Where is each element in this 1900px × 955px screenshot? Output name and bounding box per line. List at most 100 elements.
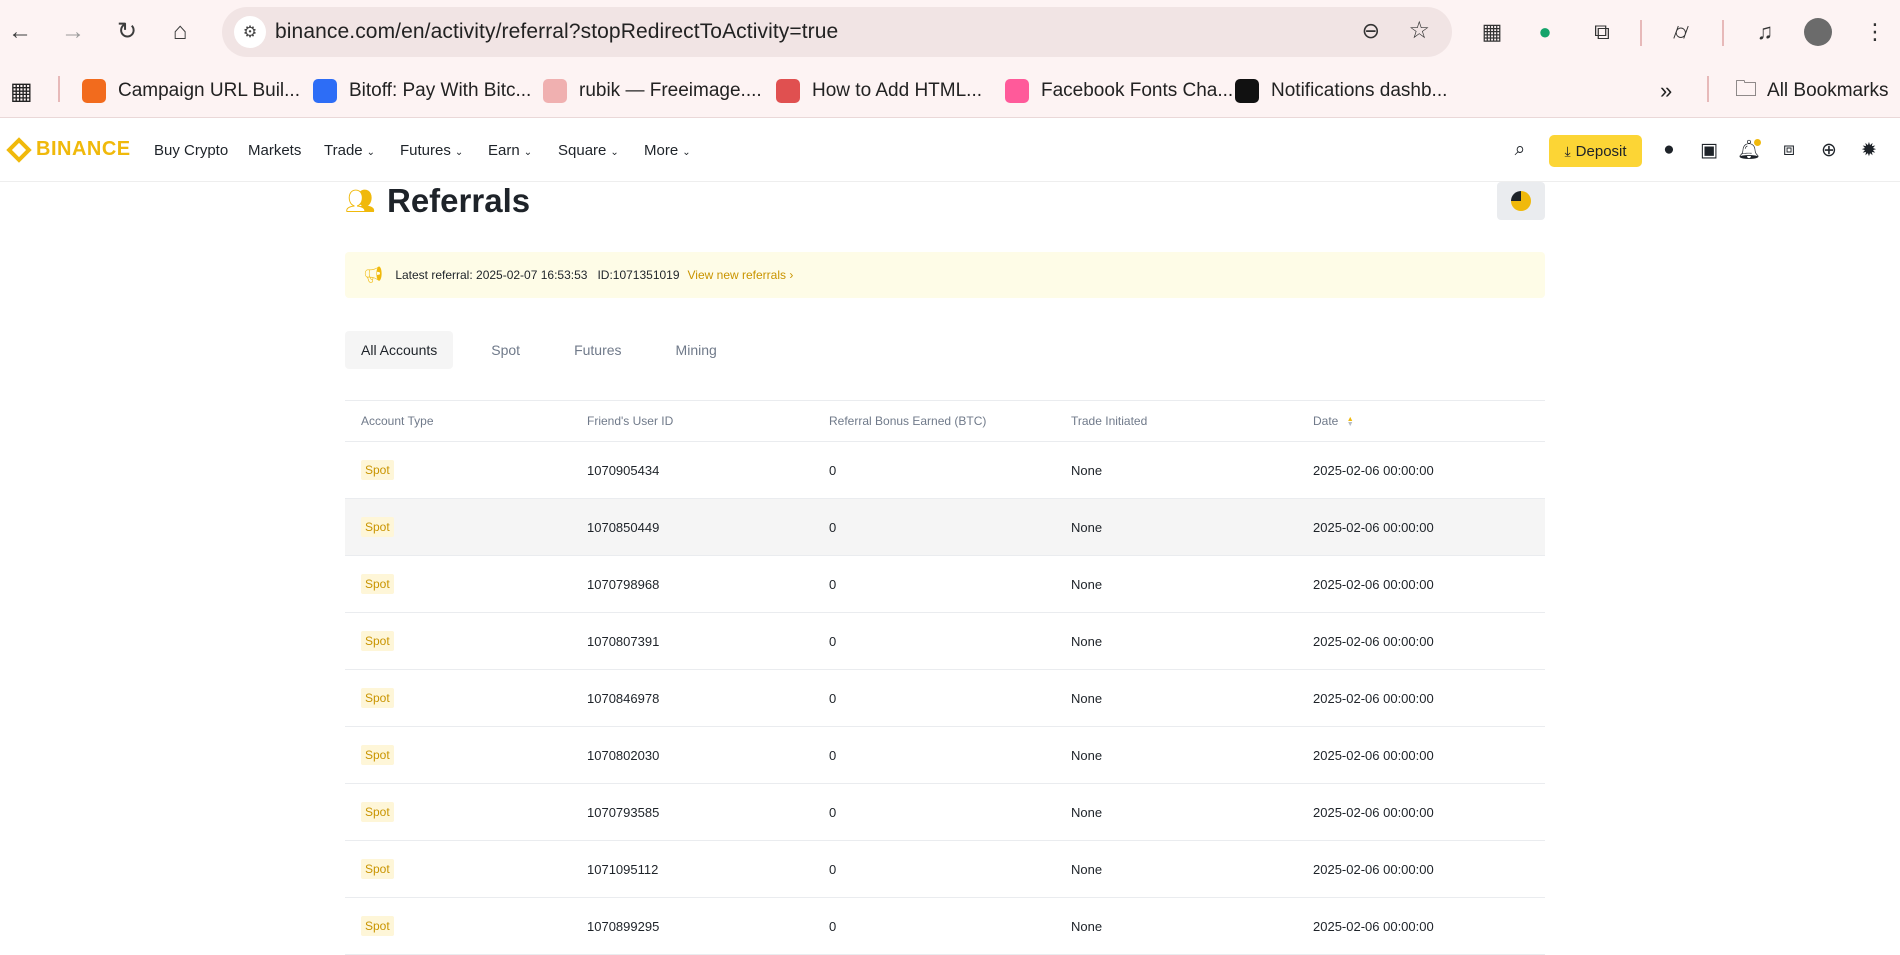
profile-avatar[interactable]: [1800, 14, 1836, 50]
table-cell: 2025-02-06 00:00:00: [1313, 748, 1545, 763]
account-type-badge: Spot: [361, 859, 394, 879]
pie-chart-icon: [1511, 191, 1531, 211]
trade-initiated: None: [1071, 804, 1103, 820]
url-text[interactable]: binance.com/en/activity/referral?stopRed…: [275, 20, 838, 44]
deposit-label: Deposit: [1575, 142, 1627, 160]
nav-trade[interactable]: Trade ⌄: [324, 142, 375, 159]
wallet-icon[interactable]: ▣: [1697, 138, 1721, 162]
back-icon[interactable]: ←: [2, 14, 38, 50]
address-bar[interactable]: ⚙ binance.com/en/activity/referral?stopR…: [222, 7, 1452, 57]
tab-spot[interactable]: Spot: [475, 331, 536, 369]
table-cell: 2025-02-06 00:00:00: [1313, 634, 1545, 649]
stats-chart-button[interactable]: [1497, 182, 1545, 220]
zoom-icon[interactable]: ⊖: [1362, 18, 1380, 44]
apps-grid-icon[interactable]: ▦: [10, 75, 33, 107]
nav-earn[interactable]: Earn ⌄: [488, 142, 532, 159]
binance-logo[interactable]: BINANCE: [6, 136, 131, 163]
sort-icon[interactable]: ▲ ▼: [1347, 416, 1354, 428]
referral-date: 2025-02-06 00:00:00: [1313, 576, 1434, 592]
nav-square[interactable]: Square ⌄: [558, 142, 619, 159]
bookmark-item[interactable]: rubik — Freeimage....: [543, 75, 762, 107]
bookmark-item[interactable]: How to Add HTML...: [776, 75, 982, 107]
account-type-badge: Spot: [361, 745, 394, 765]
table-cell: 0: [829, 577, 1071, 592]
download-app-icon[interactable]: ⧈: [1777, 138, 1801, 162]
account-tabs: All Accounts Spot Futures Mining: [345, 331, 755, 369]
table-cell: 1070846978: [587, 691, 829, 706]
friend-user-id: 1070807391: [587, 633, 660, 649]
referral-date: 2025-02-06 00:00:00: [1313, 918, 1434, 934]
table-cell: 2025-02-06 00:00:00: [1313, 919, 1545, 934]
trade-initiated: None: [1071, 576, 1103, 592]
nav-markets[interactable]: Markets: [248, 142, 301, 159]
browser-menu-icon[interactable]: ⋮: [1857, 14, 1893, 50]
theme-settings-icon[interactable]: ✹: [1857, 138, 1881, 162]
bitoff-icon: [313, 79, 337, 103]
table-row: Spot 1070807391 0 None 2025-02-06 00:00:00: [345, 613, 1545, 670]
table-cell: 2025-02-06 00:00:00: [1313, 691, 1545, 706]
account-icon[interactable]: ●: [1657, 138, 1681, 162]
table-cell: 0: [829, 748, 1071, 763]
table-header: Account Type Friend's User ID Referral B…: [345, 400, 1545, 442]
account-type-badge: Spot: [361, 574, 394, 594]
media-controls-icon[interactable]: ♫: [1747, 14, 1783, 50]
all-bookmarks[interactable]: 🗀 All Bookmarks: [1735, 75, 1888, 107]
nav-futures[interactable]: Futures ⌄: [400, 142, 463, 159]
forward-icon[interactable]: →: [55, 14, 91, 50]
nav-more[interactable]: More ⌄: [644, 142, 691, 159]
chevron-down-icon: ⌄: [366, 147, 376, 158]
grammarly-icon[interactable]: ●: [1527, 14, 1563, 50]
search-icon[interactable]: ⌕: [1508, 138, 1532, 162]
column-header: Account Type: [361, 414, 434, 428]
extensions-icon[interactable]: ⧉: [1584, 14, 1620, 50]
table-cell: Spot: [345, 688, 587, 708]
friend-user-id: 1070798968: [587, 576, 660, 592]
bookmark-label: rubik — Freeimage....: [579, 80, 762, 101]
incognito-icon[interactable]: ⌭: [1663, 14, 1699, 50]
referral-date: 2025-02-06 00:00:00: [1313, 462, 1434, 478]
home-icon[interactable]: ⌂: [162, 14, 198, 50]
deposit-button[interactable]: ⤓ Deposit: [1549, 135, 1642, 167]
table-cell: None: [1071, 691, 1313, 706]
reload-icon[interactable]: ↻: [109, 14, 145, 50]
trade-initiated: None: [1071, 861, 1103, 877]
latest-referral-text: Latest referral: 2025-02-07 16:53:53 ID:…: [395, 268, 680, 282]
nav-label: Futures: [400, 142, 451, 159]
friend-user-id: 1070802030: [587, 747, 660, 763]
friend-user-id: 1071095112: [587, 861, 659, 877]
bookmark-item[interactable]: Facebook Fonts Cha...: [1005, 75, 1233, 107]
bookmark-item[interactable]: Campaign URL Buil...: [82, 75, 300, 107]
bookmark-item[interactable]: Notifications dashb...: [1235, 75, 1447, 107]
qr-code-icon[interactable]: ▦: [1474, 14, 1510, 50]
view-new-referrals-link[interactable]: View new referrals ›: [688, 268, 794, 282]
more-bookmarks-icon[interactable]: »: [1660, 75, 1672, 107]
trade-initiated: None: [1071, 918, 1103, 934]
chevron-down-icon: ⌄: [682, 147, 691, 158]
tab-mining[interactable]: Mining: [660, 331, 733, 369]
bookmarks-separator: [58, 76, 60, 102]
referral-bonus: 0: [829, 576, 837, 592]
nav-label: Trade: [324, 142, 363, 159]
table-cell: 0: [829, 634, 1071, 649]
download-icon: ⤓: [1564, 142, 1571, 159]
language-globe-icon[interactable]: ⊕: [1817, 138, 1841, 162]
table-row: Spot 1070899295 0 None 2025-02-06 00:00:00: [345, 898, 1545, 955]
account-type-badge: Spot: [361, 916, 394, 936]
tab-futures[interactable]: Futures: [558, 331, 637, 369]
bookmark-item[interactable]: Bitoff: Pay With Bitc...: [313, 75, 531, 107]
table-cell: 1070802030: [587, 748, 829, 763]
column-header: Trade Initiated: [1071, 414, 1148, 428]
site-info-icon[interactable]: ⚙: [234, 16, 266, 48]
tab-all-accounts[interactable]: All Accounts: [345, 331, 454, 369]
nav-buy-crypto[interactable]: Buy Crypto: [154, 142, 228, 159]
logo-text: BINANCE: [36, 138, 131, 160]
table-cell: 2025-02-06 00:00:00: [1313, 805, 1545, 820]
table-cell: Spot: [345, 574, 587, 594]
trade-initiated: None: [1071, 519, 1103, 535]
table-row: Spot 1070793585 0 None 2025-02-06 00:00:00: [345, 784, 1545, 841]
latest-referral-notice: 📢︎ Latest referral: 2025-02-07 16:53:53 …: [345, 252, 1545, 298]
date-column-header[interactable]: Date ▲ ▼: [1313, 414, 1545, 428]
table-cell: None: [1071, 919, 1313, 934]
all-bookmarks-label: All Bookmarks: [1767, 80, 1889, 101]
bookmark-star-icon[interactable]: ☆: [1408, 16, 1430, 45]
